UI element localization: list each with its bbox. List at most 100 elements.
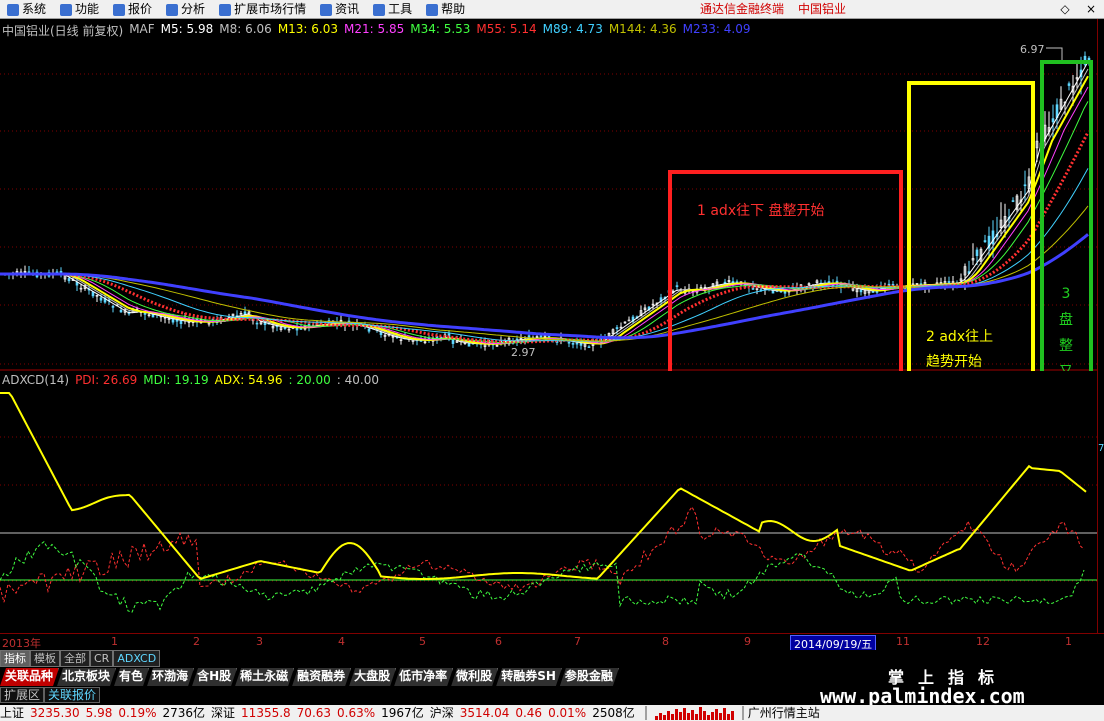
analysis-icon <box>166 3 179 16</box>
menu-items: 系统 功能 报价 分析 扩展市场行情 资讯 工具 帮助 <box>0 0 472 19</box>
help-icon <box>426 3 439 16</box>
sector-tab-nonferrous[interactable]: 有色 <box>114 668 149 686</box>
time-axis-tick: 7 <box>574 635 581 648</box>
related-quote-tab[interactable]: 关联报价 <box>44 687 101 703</box>
candle-body <box>1067 83 1071 86</box>
restore-icon[interactable]: ◇ <box>1052 0 1078 19</box>
ext-area-tab[interactable]: 扩展区 <box>0 687 45 703</box>
time-axis-tick: 1 <box>1065 635 1072 648</box>
menu-news[interactable]: 资讯 <box>313 0 366 19</box>
sector-tab-margin[interactable]: 融资融券 <box>292 668 351 686</box>
level-20-value: : 20.00 <box>288 373 331 387</box>
adx-indicator-name: ADXCD(14) <box>2 373 70 387</box>
sector-tab-refinance[interactable]: 转融券SH <box>496 668 562 686</box>
news-icon <box>320 3 333 16</box>
menu-quote-label: 报价 <box>128 2 153 16</box>
red-annotation-box <box>668 170 903 371</box>
ma-legend: 中国铝业(日线 前复权) MAF M5: 5.98 M8: 6.06 M13: … <box>2 22 751 38</box>
app-title-link[interactable]: 通达信金融终端 <box>700 0 784 19</box>
candle-body <box>1023 184 1027 187</box>
menu-quote[interactable]: 报价 <box>106 0 159 19</box>
annotation-2-line1: 2 adx往上 <box>926 329 993 345</box>
indicator-grid <box>0 436 1097 582</box>
sector-tab-rare-earth[interactable]: 稀土永磁 <box>235 668 294 686</box>
menu-help[interactable]: 帮助 <box>419 0 472 19</box>
stock-title-link[interactable]: 中国铝业 <box>798 0 846 19</box>
menu-system[interactable]: 系统 <box>0 0 53 19</box>
candle-body <box>1051 118 1055 123</box>
sector-tab-low-pb[interactable]: 低市净率 <box>394 668 453 686</box>
ma-item-m233: M233: 4.09 <box>682 22 751 36</box>
time-axis-tick: 2013年 <box>2 637 41 650</box>
candle-body <box>1011 200 1015 202</box>
sector-tab-low-profit[interactable]: 微利股 <box>451 668 498 686</box>
tools-icon <box>373 3 386 16</box>
tab-all[interactable]: 全部 <box>60 650 90 667</box>
sector-tabs: 关联品种 北京板块 有色 环渤海 含H股 稀土永磁 融资融券 大盘股 低市净率 … <box>0 668 880 686</box>
status-separator <box>644 706 647 720</box>
sz-amount: 1967亿 <box>381 706 424 720</box>
menu-function[interactable]: 功能 <box>53 0 106 19</box>
menu-analysis[interactable]: 分析 <box>159 0 212 19</box>
candle-body <box>587 346 591 349</box>
time-axis-tick: 2 <box>193 635 200 648</box>
candle-body <box>547 335 551 338</box>
candle-body <box>179 320 183 325</box>
candle-body <box>571 343 575 345</box>
candle-body <box>255 322 259 325</box>
menu-ext-market-label: 扩展市场行情 <box>234 2 307 16</box>
sector-tab-finance[interactable]: 参股金融 <box>560 668 619 686</box>
ext-market-icon <box>219 3 232 16</box>
price-chart[interactable]: 6.97 2.97 1 adx往下 盘整开始 2 adx往上 趋势开始 3 盘整又… <box>0 19 1097 371</box>
adx-line <box>0 392 1087 580</box>
mdi-value: MDI: 19.19 <box>143 373 209 387</box>
tab-indicator[interactable]: 指标 <box>0 650 30 667</box>
high-price-pointer <box>1046 47 1063 61</box>
tab-adxcd[interactable]: ADXCD <box>113 650 161 667</box>
sh-index: 3235.30 <box>30 706 80 720</box>
annotation-1-text: 1 adx往下 盘整开始 <box>697 202 825 219</box>
status-separator-2 <box>741 706 744 720</box>
right-scroll-strip[interactable]: 7 <box>1097 19 1104 633</box>
annotation-3-char: 又 <box>1059 364 1073 371</box>
sector-tab-h-share[interactable]: 含H股 <box>192 668 237 686</box>
adx-indicator-chart[interactable] <box>0 371 1097 633</box>
hs-amount: 2508亿 <box>592 706 635 720</box>
menu-system-label: 系统 <box>22 2 47 16</box>
menu-news-label: 资讯 <box>335 2 360 16</box>
menu-bar: 系统 功能 报价 分析 扩展市场行情 资讯 工具 帮助 通达信金融终端 中国铝业… <box>0 0 1104 19</box>
candle-body <box>567 341 571 344</box>
sector-tab-large-cap[interactable]: 大盘股 <box>349 668 396 686</box>
sector-tab-related[interactable]: 关联品种 <box>0 668 59 686</box>
candle-body <box>983 240 987 243</box>
yellow-annotation-box <box>907 81 1035 371</box>
tab-template[interactable]: 模板 <box>30 650 60 667</box>
candle-body <box>283 327 287 330</box>
app-icon <box>7 3 19 16</box>
ma-line-1 <box>0 68 1089 345</box>
sector-tab-beijing[interactable]: 北京板块 <box>57 668 116 686</box>
price-grid <box>0 73 1097 371</box>
chart-title: 中国铝业(日线 前复权) <box>2 24 124 38</box>
time-axis-tick: 6 <box>495 635 502 648</box>
pdi-line <box>0 505 1085 603</box>
sector-tab-bohai[interactable]: 环渤海 <box>147 668 194 686</box>
extension-row: 扩展区 关联报价 <box>0 687 110 703</box>
candle-body <box>111 305 115 308</box>
close-icon[interactable]: × <box>1078 0 1104 19</box>
quote-icon <box>113 3 126 16</box>
moving-average-lines <box>0 61 1090 345</box>
level-40-value: : 40.00 <box>336 373 379 387</box>
window-buttons: ◇ × <box>1052 0 1104 19</box>
candle-body <box>975 249 979 257</box>
menu-function-label: 功能 <box>75 2 100 16</box>
ma-line-0 <box>0 61 1089 345</box>
menu-tools[interactable]: 工具 <box>366 0 419 19</box>
menu-ext-market[interactable]: 扩展市场行情 <box>212 0 313 19</box>
tab-cr[interactable]: CR <box>90 650 114 667</box>
candle-body <box>367 328 371 332</box>
time-axis-tick: 1 <box>111 635 118 648</box>
candle-body <box>771 290 775 294</box>
sh-label: 上证 <box>0 706 25 720</box>
indicator-name: MAF <box>129 22 155 36</box>
